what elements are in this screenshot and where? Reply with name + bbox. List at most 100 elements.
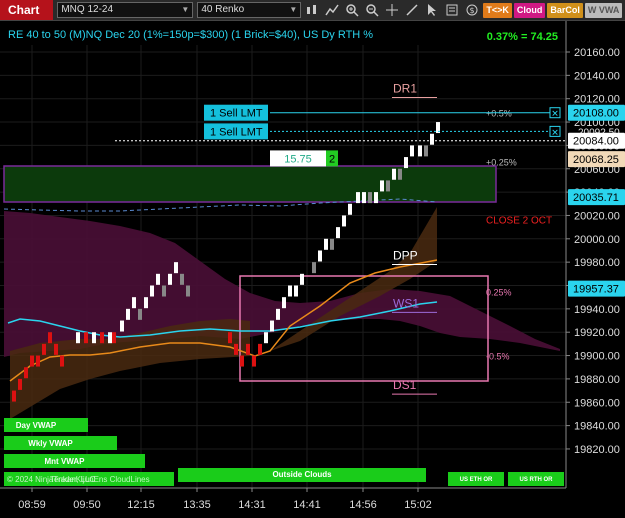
pivot-label: DPP [393,248,418,262]
bar-type-value: 40 Renko [201,4,245,15]
pivot-label: DS1 [393,378,417,392]
supply-demand-zone [3,165,497,203]
renko-brick [392,168,396,180]
indicator-label: TenkanKijunEns CloudLines [50,475,150,484]
chart-title: Chart [0,0,54,20]
x-tick-label: 14:56 [349,499,377,511]
renko-chart[interactable]: DR1 DPP WS1 DS1 +0.5% +0.25% 0.25% -0.5% CLOSE 2… [0,21,625,518]
price-tag-label: 19957.37 [573,284,619,296]
renko-brick [240,355,244,367]
renko-brick [132,297,136,309]
instrument-value: MNQ 12-24 [61,4,114,15]
properties-icon[interactable] [443,1,461,19]
y-tick-label: 20160.00 [574,47,620,59]
renko-brick [234,343,238,355]
pct-level-label: +0.25% [486,158,517,168]
renko-brick [270,320,274,332]
renko-brick [246,343,250,355]
bar-style-icon[interactable] [303,1,321,19]
zoom-in-icon[interactable] [343,1,361,19]
renko-brick [404,157,408,169]
pct-level-label: +0.5% [486,109,512,119]
renko-brick [12,390,16,402]
pct-change: 0.37% = 74.25 [487,31,558,43]
renko-brick [342,215,346,227]
chart-trader-icon[interactable]: $ [463,1,481,19]
y-tick-label: 19820.00 [574,444,620,456]
y-tick-label: 19980.00 [574,257,620,269]
renko-brick [100,332,104,344]
renko-brick [288,285,292,297]
x-tick-label: 13:35 [183,499,211,511]
renko-brick [92,332,96,344]
svg-text:$: $ [470,6,475,15]
x-tick-label: 09:50 [73,499,101,511]
pointer-icon[interactable] [423,1,441,19]
renko-brick [84,332,88,344]
cloud-button[interactable]: Cloud [513,2,546,18]
price-tag-label: 20068.25 [573,154,619,166]
renko-brick [410,145,414,157]
x-tick-label: 14:31 [238,499,266,511]
x-tick-label: 08:59 [18,499,46,511]
renko-brick [418,145,422,157]
renko-brick [228,332,232,344]
zoom-out-icon[interactable] [363,1,381,19]
x-tick-label: 15:02 [404,499,432,511]
renko-brick [362,192,366,204]
price-tag-label: 20035.71 [573,192,619,204]
renko-brick [54,343,58,355]
renko-brick [282,297,286,309]
indicator-icon[interactable] [323,1,341,19]
position-qty: 2 [329,153,335,165]
renko-brick [36,355,40,367]
y-tick-label: 19880.00 [574,374,620,386]
renko-brick [42,343,46,355]
renko-brick [60,355,64,367]
renko-brick [138,308,142,320]
bar-type-selector[interactable]: 40 Renko ▼ [197,2,302,18]
pct-level-label: 0.25% [486,287,512,297]
price-tag-label: 20084.00 [573,136,619,148]
renko-brick [368,192,372,204]
renko-brick [276,308,280,320]
renko-brick [48,332,52,344]
renko-brick [430,133,434,145]
renko-brick [330,238,334,250]
renko-brick [380,180,384,192]
renko-brick [258,343,262,355]
renko-brick [312,262,316,274]
session-toggle-label: US RTH OR [520,477,554,483]
renko-brick [324,238,328,250]
renko-brick [424,145,428,157]
y-tick-label: 20140.00 [574,70,620,82]
renko-brick [264,332,268,344]
session-toggle-label: US ETH OR [460,477,493,483]
bar-color-button[interactable]: BarCol [547,2,583,18]
renko-brick [76,332,80,344]
close-label: CLOSE 2 OCT [486,216,552,227]
renko-brick [120,320,124,332]
tenkan-kijun-button[interactable]: T<>K [483,2,512,18]
pivot-label: DR1 [393,82,417,96]
renko-brick [168,273,172,285]
renko-brick [294,285,298,297]
weekly-vwap-button[interactable]: W VWA [584,2,623,18]
pct-level-label: -0.5% [486,352,510,362]
instrument-selector[interactable]: MNQ 12-24 ▼ [57,2,194,18]
renko-brick [112,332,116,344]
y-tick-label: 20020.00 [574,210,620,222]
renko-brick [108,332,112,344]
close-icon: ✕ [551,109,559,119]
renko-brick [398,168,402,180]
y-tick-label: 19840.00 [574,421,620,433]
renko-brick [318,250,322,262]
x-tick-label: 14:41 [293,499,321,511]
draw-tool-icon[interactable] [403,1,421,19]
renko-brick [30,355,34,367]
chart-header: RE 40 to 50 (M)NQ Dec 20 (1%=150p=$300) … [8,29,373,41]
crosshair-icon[interactable] [383,1,401,19]
renko-brick [126,308,130,320]
renko-brick [186,285,190,297]
renko-brick [356,192,360,204]
